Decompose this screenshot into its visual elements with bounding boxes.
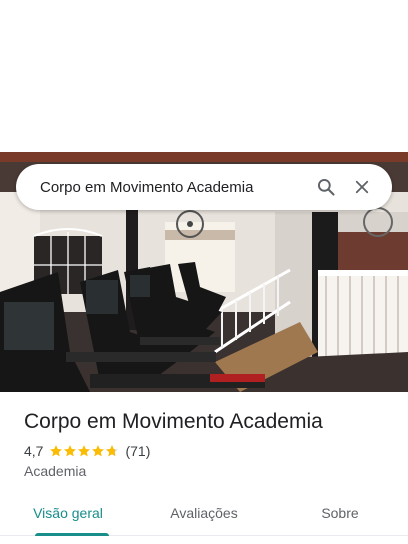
star-icon: [78, 445, 91, 457]
place-category[interactable]: Academia: [24, 463, 394, 479]
place-tabs: Visão geral Avaliações Sobre: [0, 492, 408, 536]
search-input[interactable]: Corpo em Movimento Academia: [40, 179, 308, 196]
tab-label: Avaliações: [170, 505, 238, 521]
tab-reviews[interactable]: Avaliações: [136, 492, 272, 535]
place-title: Corpo em Movimento Academia: [24, 410, 323, 433]
star-icon: [64, 445, 77, 457]
review-count[interactable]: (71): [125, 443, 150, 459]
tab-label: Sobre: [321, 505, 359, 521]
active-tab-indicator: [35, 533, 109, 536]
star-icon: [92, 445, 105, 457]
close-icon[interactable]: [344, 169, 380, 205]
tab-about[interactable]: Sobre: [272, 492, 408, 535]
star-half-icon: [106, 445, 119, 457]
rating-row[interactable]: 4,7 (71): [24, 441, 394, 461]
search-bar[interactable]: Corpo em Movimento Academia: [16, 164, 392, 210]
map-area[interactable]: [0, 0, 408, 152]
tab-label: Visão geral: [33, 505, 103, 521]
place-info: Corpo em Movimento Academia 4,7 (71) Aca…: [24, 408, 394, 479]
rating-stars: [49, 444, 119, 458]
rating-value: 4,7: [24, 443, 44, 459]
tab-overview[interactable]: Visão geral: [0, 492, 136, 536]
star-icon: [50, 445, 63, 457]
search-icon[interactable]: [308, 169, 344, 205]
